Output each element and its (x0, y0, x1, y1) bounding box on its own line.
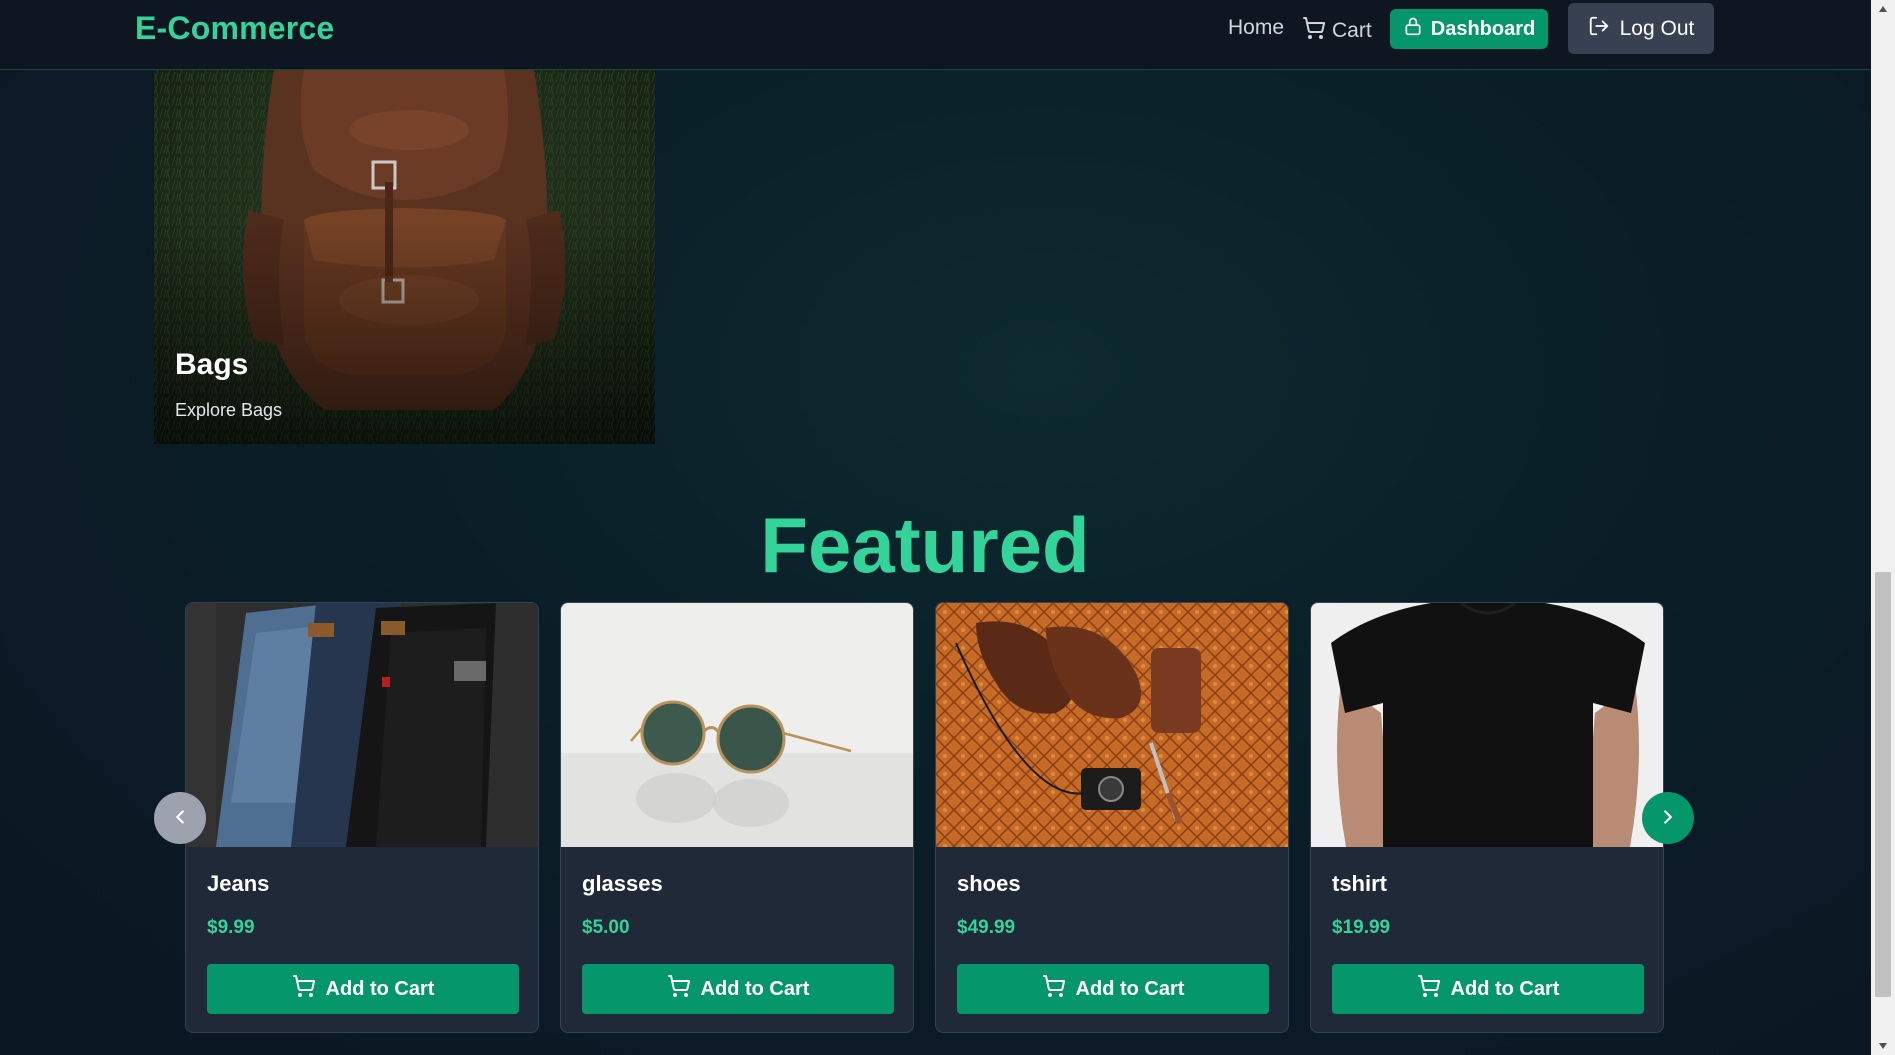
cart-icon (667, 974, 691, 1004)
scroll-down-arrow[interactable] (1871, 1037, 1895, 1055)
category-tile-bags[interactable]: Bags Explore Bags (154, 70, 655, 444)
product-image-tshirt[interactable] (1311, 603, 1663, 847)
dashboard-button[interactable]: Dashboard (1390, 9, 1548, 49)
product-image-glasses[interactable] (561, 603, 913, 847)
product-card-tshirt: tshirt $19.99 Add to Cart (1310, 602, 1664, 1033)
category-explore-link[interactable]: Explore Bags (175, 400, 282, 421)
dashboard-label: Dashboard (1430, 17, 1536, 40)
chevron-right-icon (1657, 806, 1679, 831)
chevron-left-icon (169, 806, 191, 831)
add-to-cart-button[interactable]: Add to Cart (957, 964, 1269, 1014)
product-price: $19.99 (1332, 917, 1391, 938)
brand-logo[interactable]: E-Commerce (135, 10, 334, 47)
logout-icon (1588, 15, 1610, 43)
featured-heading: Featured (760, 501, 1090, 589)
product-name: tshirt (1332, 871, 1387, 896)
navbar: E-Commerce Home Cart Dashboard Log Out (0, 0, 1871, 70)
product-card-shoes: shoes $49.99 Add to Cart (935, 602, 1289, 1033)
product-image-jeans[interactable] (186, 603, 538, 847)
add-to-cart-label: Add to Cart (700, 977, 810, 1000)
logout-label: Log Out (1619, 16, 1695, 40)
product-price: $9.99 (207, 917, 255, 938)
nav-cart-label: Cart (1332, 19, 1372, 42)
cart-icon (1417, 974, 1441, 1004)
add-to-cart-label: Add to Cart (325, 977, 435, 1000)
nav-cart-link[interactable]: Cart (1302, 16, 1372, 46)
add-to-cart-label: Add to Cart (1450, 977, 1560, 1000)
product-name: shoes (957, 871, 1021, 896)
carousel-prev-button[interactable] (154, 792, 206, 844)
scroll-up-arrow[interactable] (1871, 0, 1895, 18)
product-price: $5.00 (582, 917, 630, 938)
product-image-shoes[interactable] (936, 603, 1288, 847)
carousel-next-button[interactable] (1642, 792, 1694, 844)
page-scrollbar[interactable] (1871, 0, 1895, 1055)
category-tile-overlay (154, 70, 655, 444)
product-name: Jeans (207, 871, 270, 896)
add-to-cart-label: Add to Cart (1075, 977, 1185, 1000)
category-title: Bags (175, 348, 249, 381)
product-price: $49.99 (957, 917, 1016, 938)
product-name: glasses (582, 871, 663, 896)
nav-home-link[interactable]: Home (1228, 16, 1284, 40)
add-to-cart-button[interactable]: Add to Cart (207, 964, 519, 1014)
logout-button[interactable]: Log Out (1568, 3, 1714, 54)
cart-icon (1302, 16, 1326, 46)
add-to-cart-button[interactable]: Add to Cart (1332, 964, 1644, 1014)
cart-icon (1042, 974, 1066, 1004)
product-card-jeans: Jeans $9.99 Add to Cart (185, 602, 539, 1033)
cart-icon (292, 974, 316, 1004)
add-to-cart-button[interactable]: Add to Cart (582, 964, 894, 1014)
lock-icon (1403, 15, 1423, 43)
scrollbar-thumb[interactable] (1875, 572, 1891, 997)
product-card-glasses: glasses $5.00 Add to Cart (560, 602, 914, 1033)
